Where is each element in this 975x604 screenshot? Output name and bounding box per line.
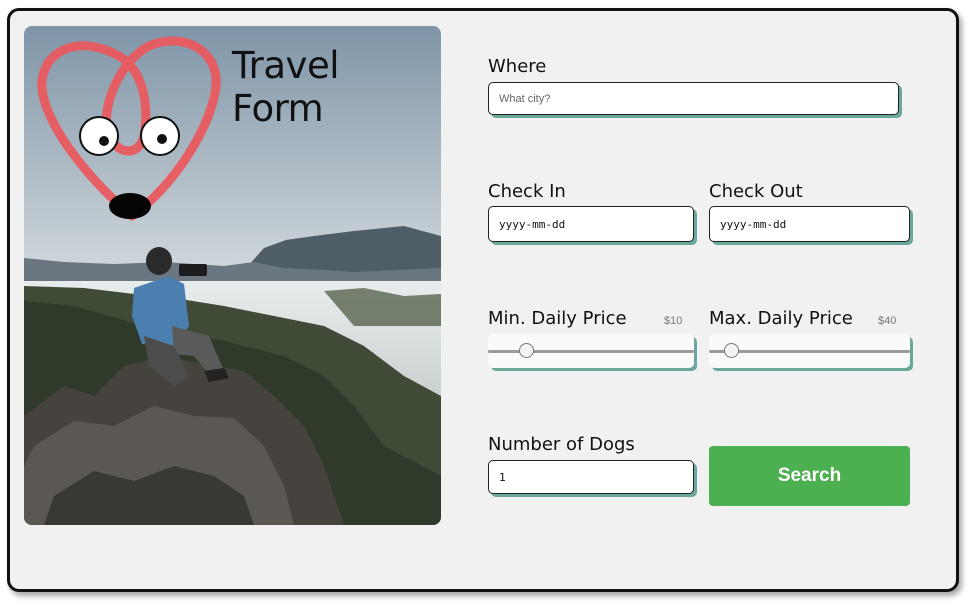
check-in-date-input[interactable]: yyyy-mm-dd [488,206,694,242]
page-title: Travel Form [232,44,340,130]
check-in-label: Check In [488,181,566,202]
where-placeholder: What city? [499,92,551,105]
where-label: Where [488,56,547,77]
max-price-thumb[interactable] [724,343,739,358]
min-price-slider[interactable] [488,334,694,368]
check-out-label: Check Out [709,181,803,202]
search-button[interactable]: Search [709,446,910,506]
max-price-value: $40 [878,315,897,327]
check-out-date-input[interactable]: yyyy-mm-dd [709,206,910,242]
max-price-label: Max. Daily Price [709,308,853,329]
hero-image: Travel Form [24,26,441,525]
min-price-label: Min. Daily Price [488,308,627,329]
dogs-label: Number of Dogs [488,434,635,455]
dogs-value: 1 [499,470,506,484]
min-price-value: $10 [664,315,683,327]
where-input[interactable]: What city? [488,82,899,115]
max-price-track [709,350,910,353]
dogs-number-input[interactable]: 1 [488,460,694,494]
check-out-value: yyyy-mm-dd [720,217,787,231]
min-price-thumb[interactable] [519,343,534,358]
max-price-slider[interactable] [709,334,910,368]
check-in-value: yyyy-mm-dd [499,217,566,231]
